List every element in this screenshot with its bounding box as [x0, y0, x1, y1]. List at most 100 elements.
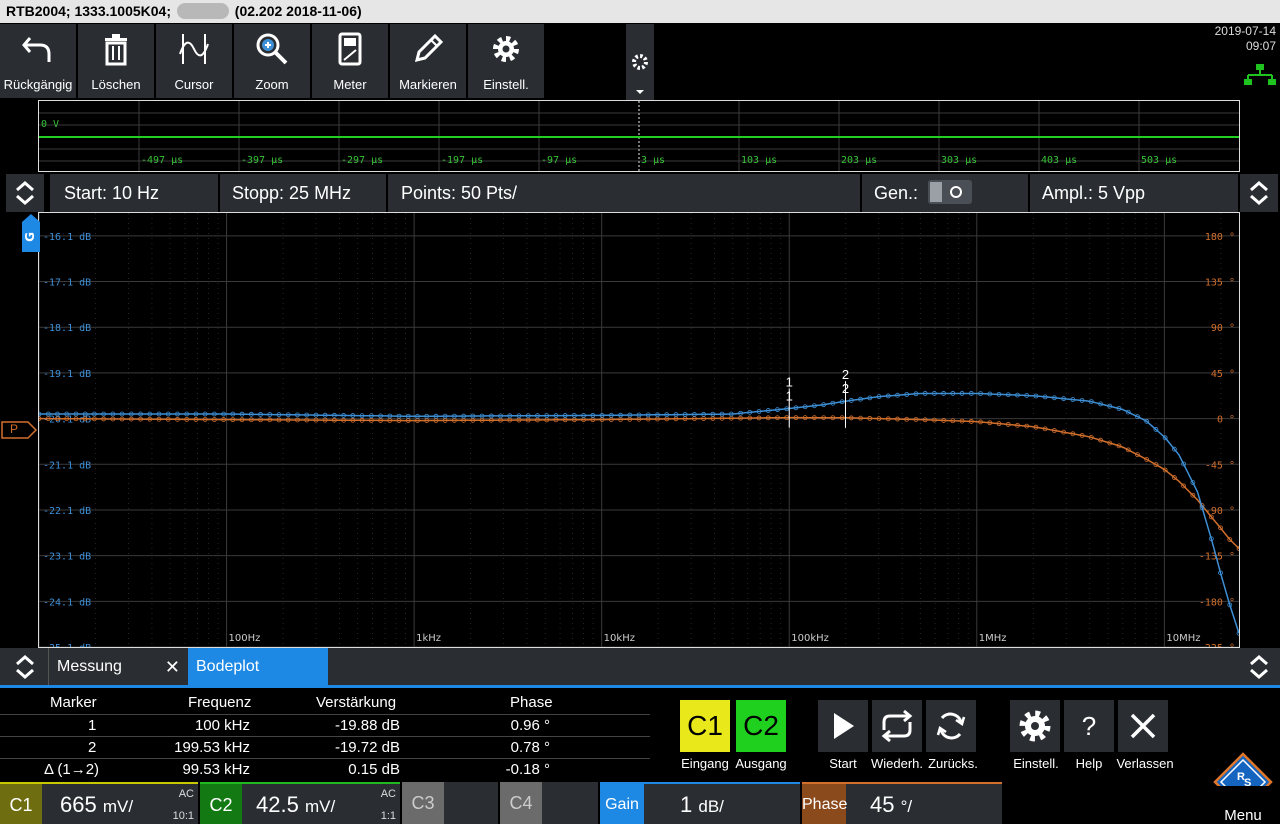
delete-button[interactable]: Löschen	[78, 24, 154, 98]
meter-button[interactable]: Meter	[312, 24, 388, 98]
settings-scroll-right-button[interactable]	[1240, 174, 1278, 212]
settings-button[interactable]: Einstell.	[468, 24, 544, 98]
phase-scale-value: 45 °/	[870, 792, 912, 818]
up-down-arrows-icon	[16, 181, 34, 205]
mark-button[interactable]: Markieren	[390, 24, 466, 98]
gain-scale[interactable]: Gain 1 dB/	[600, 782, 800, 824]
tab-bodeplot[interactable]: Bodeplot	[188, 648, 328, 686]
marker-label: 2	[842, 381, 849, 396]
channel-c2-scale: 42.5 mV/	[256, 792, 335, 818]
marker-label: 1	[786, 389, 793, 404]
cell-phase: -0.18 °	[505, 761, 550, 778]
x-axis-tick-label: 100kHz	[791, 633, 829, 644]
phase-value: 45	[870, 792, 895, 817]
start-button[interactable]	[818, 700, 868, 752]
overview-time-label: 203 µs	[841, 155, 878, 166]
cell-gain: -19.72 dB	[334, 739, 400, 756]
exit-button[interactable]	[1118, 700, 1168, 752]
toggle-off-indicator	[950, 186, 962, 198]
x-axis-tick-label: 1kHz	[416, 633, 441, 644]
channel-c1[interactable]: C1 665 mV/ AC 10:1	[0, 782, 198, 824]
title-text-firmware: (02.202 2018-11-06)	[234, 3, 362, 19]
input-channel-button[interactable]: C1	[680, 700, 730, 752]
cell-marker: Δ (1→2)	[44, 761, 100, 778]
x-axis-tick-label: 10kHz	[604, 633, 635, 644]
repeat-icon	[881, 709, 913, 743]
channel-c2-coupling: AC	[380, 788, 396, 800]
phase-axis-tick-label: 45 °	[1211, 369, 1235, 380]
delete-label: Löschen	[91, 77, 141, 92]
tab-messung[interactable]: Messung ✕	[48, 648, 188, 686]
channel-c1-probe: 10:1	[172, 810, 194, 822]
undo-label: Rückgängig	[3, 77, 73, 92]
question-mark-icon: ?	[1081, 711, 1097, 741]
pencil-icon	[414, 33, 444, 63]
stop-frequency-field[interactable]: Stopp: 25 MHz	[220, 174, 386, 212]
phase-axis-tick-label: -45 °	[1205, 460, 1235, 471]
settings-scroll-left-button[interactable]	[6, 174, 44, 212]
mark-label: Markieren	[399, 77, 457, 92]
generator-toggle[interactable]	[928, 180, 972, 204]
channel-c4-tag: C4	[500, 782, 542, 824]
gain-series-line	[39, 392, 1240, 634]
undo-icon	[22, 37, 51, 62]
output-channel-button[interactable]: C2	[736, 700, 786, 752]
time-text: 09:07	[1245, 39, 1276, 53]
gear-icon	[1019, 710, 1051, 742]
tab-scroll-right-button[interactable]	[1240, 648, 1278, 686]
channel-c1-value: 665	[60, 792, 97, 817]
cell-frequency: 199.53 kHz	[174, 739, 250, 756]
gain-reference-marker[interactable]: G	[22, 214, 40, 252]
gain-unit: dB/	[698, 797, 724, 816]
gain-scale-tag: Gain	[600, 784, 644, 824]
toolbar: Rückgängig Löschen Cursor Zoom Meter Mar…	[0, 24, 1200, 100]
channel-c2[interactable]: C2 42.5 mV/ AC 1:1	[200, 782, 400, 824]
gain-axis-tick-label: -19.1 dB	[43, 369, 91, 380]
menu-button[interactable]: RS Menu	[1206, 752, 1280, 824]
zoom-icon	[256, 33, 288, 65]
channel-c2-unit: mV/	[304, 797, 336, 816]
help-button[interactable]: ?	[1064, 700, 1114, 752]
input-channel-label: Eingang	[681, 756, 729, 771]
generator-field[interactable]: Gen.:	[862, 174, 1028, 212]
channel-c3[interactable]: C3	[402, 782, 498, 824]
bode-plot-canvas: -16.1 dB-17.1 dB-18.1 dB-19.1 dB-20.1 dB…	[36, 213, 1242, 654]
tab-scroll-left-button[interactable]	[6, 648, 44, 686]
gain-axis-tick-label: -21.1 dB	[43, 460, 91, 471]
cursor-button[interactable]: Cursor	[156, 24, 232, 98]
undo-button[interactable]: Rückgängig	[0, 24, 76, 98]
overview-time-label: -297 µs	[341, 155, 384, 166]
amplitude-field[interactable]: Ampl.: 5 Vpp	[1030, 174, 1238, 212]
repeat-button[interactable]	[872, 700, 922, 752]
x-axis-tick-label: 10MHz	[1166, 633, 1200, 644]
time-overview[interactable]: 0 V -497 µs -397 µs -297 µs -197 µs -97 …	[38, 100, 1240, 172]
start-frequency-field[interactable]: Start: 10 Hz	[50, 174, 218, 212]
phase-scale-tag: Phase	[802, 784, 847, 824]
phase-series-line	[39, 416, 1240, 550]
settings-label: Einstell.	[483, 77, 529, 92]
marker-results-table: Marker Frequenz Verstärkung Phase 1 100 …	[0, 688, 650, 780]
phase-scale[interactable]: Phase 45 °/	[802, 782, 1002, 824]
phase-axis-tick-label: 0 °	[1217, 415, 1235, 426]
redacted-serial	[176, 3, 229, 19]
phase-reference-marker[interactable]: P	[0, 421, 38, 439]
gain-axis-tick-label: -24.1 dB	[43, 597, 91, 608]
bode-settings-button[interactable]	[1010, 700, 1060, 752]
bode-plot[interactable]: -16.1 dB -17.1 dB -18.1 dB -19.1 dB -20.1 dB…	[36, 212, 1242, 654]
table-row: 1 100 kHz -19.88 dB 0.96 °	[0, 714, 650, 736]
points-field[interactable]: Points: 50 Pts/	[388, 174, 860, 212]
channel-c4[interactable]: C4	[500, 782, 598, 824]
reset-button[interactable]	[926, 700, 976, 752]
zoom-button[interactable]: Zoom	[234, 24, 310, 98]
svg-text:S: S	[1244, 777, 1251, 786]
gain-axis-tick-label: -17.1 dB	[43, 278, 91, 289]
close-icon[interactable]: ✕	[165, 648, 180, 686]
overview-time-label: -97 µs	[541, 155, 578, 166]
table-row: Δ (1→2) 99.53 kHz 0.15 dB -0.18 °	[0, 758, 650, 780]
marker-label: 2	[842, 367, 849, 382]
date-text: 2019-07-14	[1214, 24, 1276, 38]
channel-c2-probe: 1:1	[380, 810, 396, 822]
tab-bodeplot-label: Bodeplot	[196, 658, 260, 675]
toolbar-config-button[interactable]	[626, 24, 654, 100]
gain-scale-value: 1 dB/	[680, 792, 724, 818]
